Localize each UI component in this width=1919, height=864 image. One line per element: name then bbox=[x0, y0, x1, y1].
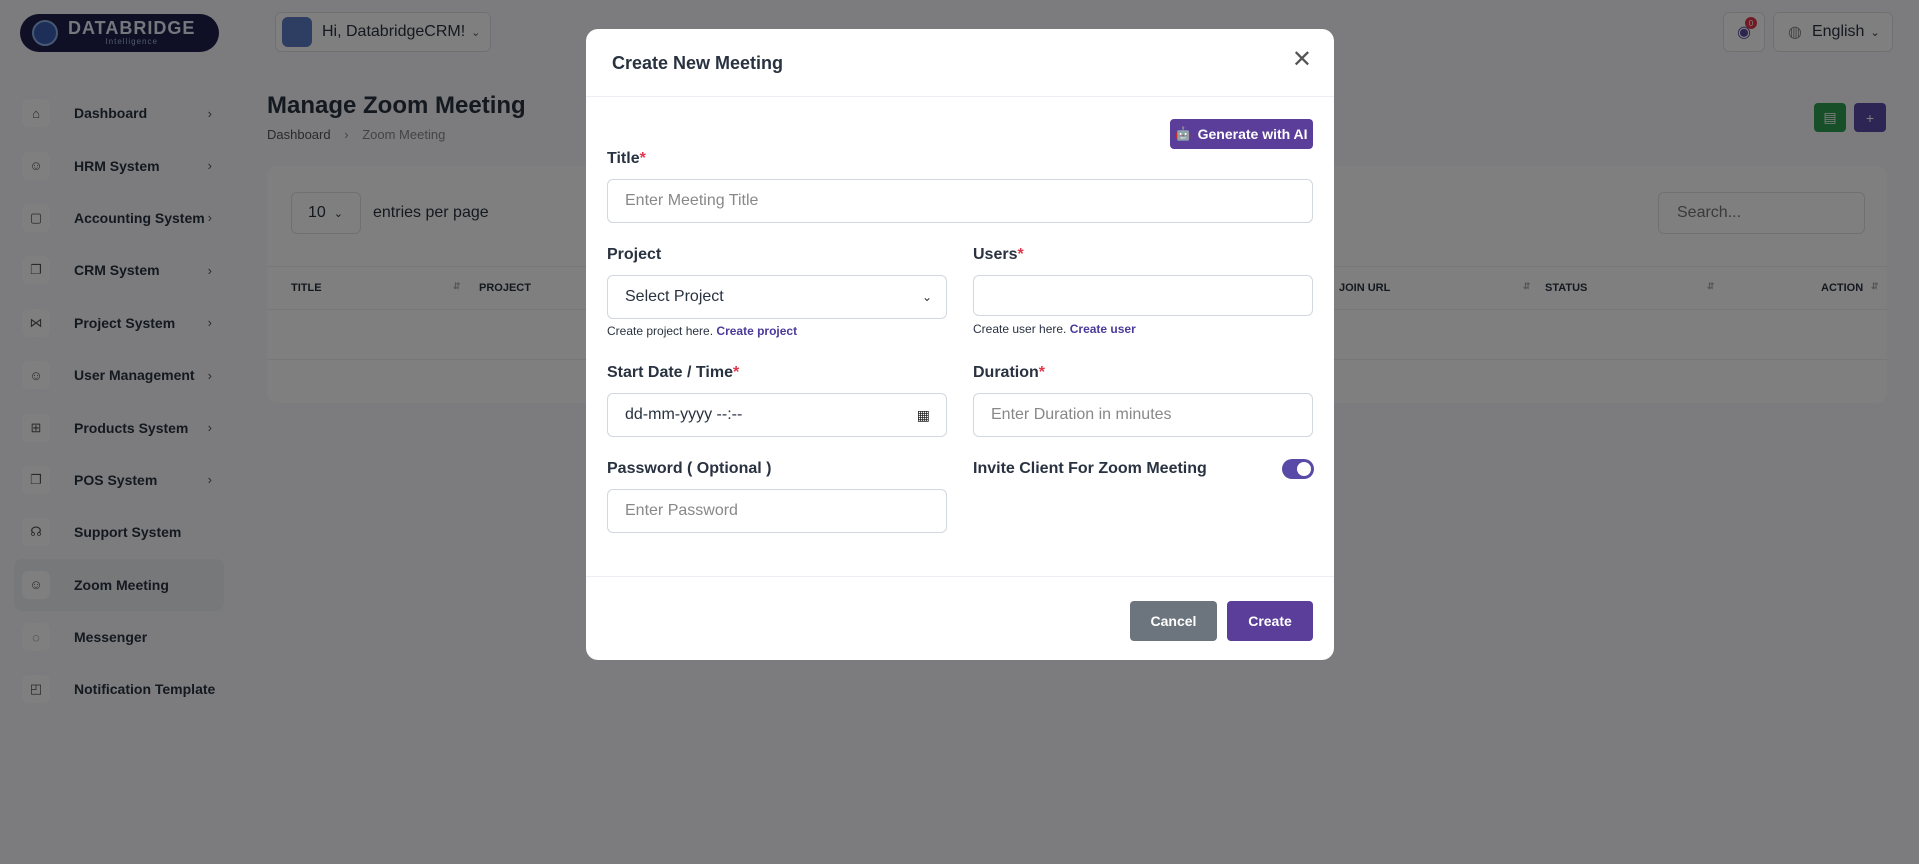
robot-icon: 🤖 bbox=[1175, 126, 1192, 141]
users-select[interactable] bbox=[973, 275, 1313, 316]
start-datetime-value: dd-mm-yyyy --:-- bbox=[625, 406, 743, 423]
users-hint: Create user here. Create user bbox=[973, 322, 1136, 336]
modal-title: Create New Meeting bbox=[612, 53, 784, 73]
generate-with-ai-button[interactable]: 🤖 Generate with AI bbox=[1170, 119, 1313, 149]
title-input[interactable]: Enter Meeting Title bbox=[607, 179, 1313, 223]
duration-label: Duration* bbox=[973, 364, 1046, 381]
close-icon[interactable]: ✕ bbox=[1292, 47, 1312, 73]
title-label: Title* bbox=[607, 150, 646, 167]
project-select-value: Select Project bbox=[625, 288, 724, 305]
project-hint: Create project here. Create project bbox=[607, 324, 798, 338]
invite-client-toggle[interactable] bbox=[1282, 459, 1314, 479]
cancel-button[interactable]: Cancel bbox=[1130, 601, 1217, 641]
project-label: Project bbox=[607, 246, 662, 263]
modal-footer: Cancel Create bbox=[586, 576, 1334, 660]
create-button[interactable]: Create bbox=[1227, 601, 1313, 641]
duration-input[interactable]: Enter Duration in minutes bbox=[973, 393, 1313, 437]
password-input[interactable]: Enter Password bbox=[607, 489, 947, 533]
password-label: Password ( Optional ) bbox=[607, 460, 772, 477]
ai-button-label: Generate with AI bbox=[1197, 126, 1308, 142]
calendar-icon[interactable]: ▦ bbox=[917, 407, 930, 424]
chevron-down-icon: ⌄ bbox=[921, 290, 932, 304]
modal-header: Create New Meeting ✕ bbox=[586, 29, 1334, 97]
project-select[interactable]: Select Project ⌄ bbox=[607, 275, 947, 319]
create-user-link[interactable]: Create user bbox=[1070, 322, 1136, 336]
start-datetime-input[interactable]: dd-mm-yyyy --:-- ▦ bbox=[607, 393, 947, 437]
invite-client-label: Invite Client For Zoom Meeting bbox=[973, 460, 1207, 477]
users-label: Users* bbox=[973, 246, 1024, 263]
create-project-link[interactable]: Create project bbox=[716, 324, 797, 338]
create-meeting-modal: Create New Meeting ✕ 🤖 Generate with AI … bbox=[586, 29, 1334, 660]
start-date-label: Start Date / Time* bbox=[607, 364, 740, 381]
